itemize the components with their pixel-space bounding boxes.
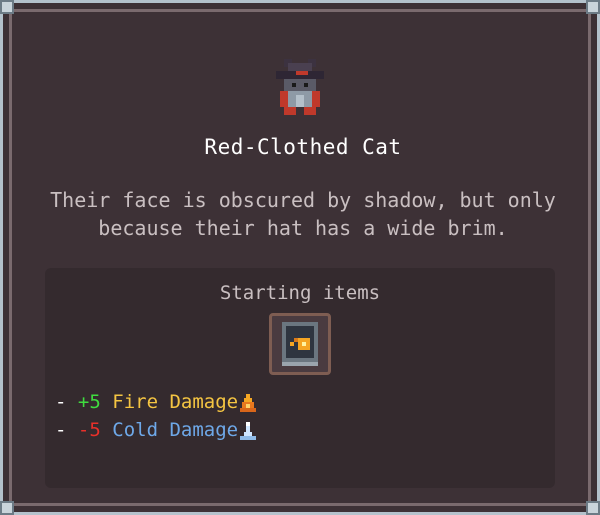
stat-line-cold: - -5 Cold Damage [55, 419, 257, 441]
description-line: because their hat has a wide brim. [98, 216, 508, 240]
starting-item-slot[interactable] [269, 313, 331, 375]
character-description: Their face is obscured by shadow, but on… [43, 186, 563, 242]
starting-items-box: Starting items - +5 Fire Damage - -5 Col… [45, 268, 555, 488]
starting-items-title: Starting items [219, 282, 381, 304]
cat-portrait-icon [276, 59, 324, 115]
stat-label: Cold Damage [112, 419, 239, 441]
stat-line-fire: - +5 Fire Damage [55, 391, 257, 413]
frame-corner [586, 501, 600, 515]
fire-icon [240, 393, 257, 412]
stat-value: -5 [77, 419, 101, 441]
stat-label: Fire Damage [112, 391, 239, 413]
character-info-panel: Red-Clothed Cat Their face is obscured b… [0, 0, 600, 515]
stat-value: +5 [77, 391, 101, 413]
fire-spellbook-icon [282, 322, 318, 366]
stat-dash: - [55, 419, 67, 441]
frame-corner [0, 0, 14, 14]
stat-dash: - [55, 391, 67, 413]
snow-icon [240, 421, 257, 440]
frame-corner [0, 501, 14, 515]
description-line: Their face is obscured by shadow, but on… [50, 188, 556, 212]
character-name: Red-Clothed Cat [204, 135, 402, 159]
frame-corner [586, 0, 600, 14]
